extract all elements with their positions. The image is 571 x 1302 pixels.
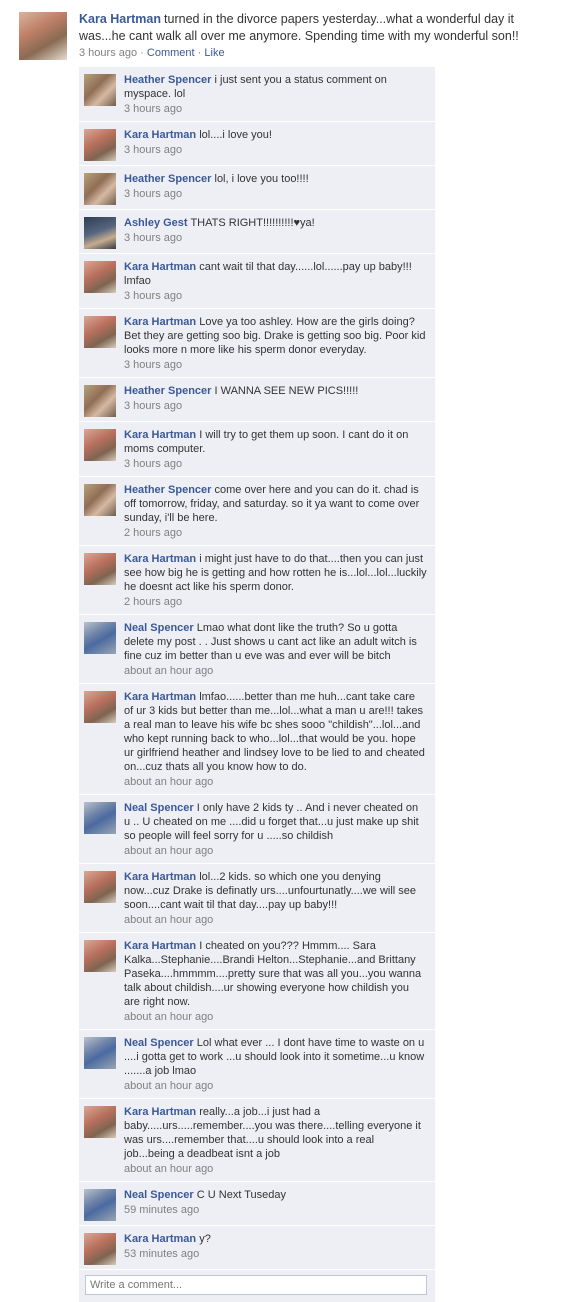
- avatar[interactable]: [84, 802, 116, 834]
- avatar[interactable]: [84, 940, 116, 972]
- comment-timestamp: 59 minutes ago: [124, 1204, 200, 1216]
- avatar[interactable]: [84, 622, 116, 654]
- comment-timestamp: about an hour ago: [124, 1163, 214, 1175]
- avatar[interactable]: [84, 261, 116, 293]
- comment-item: Neal Spencer I only have 2 kids ty .. An…: [79, 795, 435, 864]
- comment-item: Kara Hartman I will try to get them up s…: [79, 422, 435, 477]
- comment-item: Kara Hartman lol...2 kids. so which one …: [79, 864, 435, 933]
- comment-text: THATS RIGHT!!!!!!!!!!♥ya!: [190, 217, 315, 229]
- comment-text: C U Next Tuseday: [196, 1189, 287, 1201]
- avatar[interactable]: [84, 484, 116, 516]
- comment-item: Neal Spencer Lol what ever ... I dont ha…: [79, 1030, 435, 1099]
- comment-timestamp: about an hour ago: [124, 1011, 214, 1023]
- comment-author-link[interactable]: Kara Hartman: [124, 871, 196, 883]
- comment-timestamp: 3 hours ago: [124, 144, 183, 156]
- comment-timestamp: 3 hours ago: [124, 359, 183, 371]
- comment-author-link[interactable]: Ashley Gest: [124, 217, 188, 229]
- write-comment-box: Write a comment...: [79, 1270, 435, 1302]
- comment-author-link[interactable]: Kara Hartman: [124, 316, 196, 328]
- avatar[interactable]: [84, 385, 116, 417]
- comment-item: Kara Hartman lmfao......better than me h…: [79, 684, 435, 795]
- comment-author-link[interactable]: Kara Hartman: [124, 691, 196, 703]
- comment-author-link[interactable]: Heather Spencer: [124, 385, 211, 397]
- avatar[interactable]: [84, 1037, 116, 1069]
- comment-text: lol, i love you too!!!!: [214, 173, 309, 185]
- like-link[interactable]: Like: [204, 47, 224, 59]
- comment-timestamp: 2 hours ago: [124, 527, 183, 539]
- comment-item: Kara Hartman Love ya too ashley. How are…: [79, 309, 435, 378]
- comment-timestamp: 3 hours ago: [124, 232, 183, 244]
- comment-author-link[interactable]: Heather Spencer: [124, 74, 211, 86]
- avatar[interactable]: [84, 1233, 116, 1265]
- comment-author-link[interactable]: Heather Spencer: [124, 484, 211, 496]
- avatar[interactable]: [19, 12, 67, 60]
- avatar[interactable]: [84, 74, 116, 106]
- post-body: Kara Hartman turned in the divorce paper…: [79, 11, 564, 60]
- comment-text: y?: [199, 1233, 211, 1245]
- comment-author-link[interactable]: Kara Hartman: [124, 429, 196, 441]
- avatar[interactable]: [84, 429, 116, 461]
- comment-timestamp: 3 hours ago: [124, 458, 183, 470]
- comment-author-link[interactable]: Neal Spencer: [124, 1037, 194, 1049]
- comment-item: Kara Hartman lol....i love you! 3 hours a…: [79, 122, 435, 166]
- comment-timestamp: 2 hours ago: [124, 596, 183, 608]
- comment-timestamp: about an hour ago: [124, 914, 214, 926]
- comment-author-link[interactable]: Heather Spencer: [124, 173, 211, 185]
- comment-author-link[interactable]: Kara Hartman: [124, 940, 196, 952]
- comment-timestamp: 3 hours ago: [124, 103, 183, 115]
- comment-text: I WANNA SEE NEW PICS!!!!!: [214, 385, 359, 397]
- avatar[interactable]: [84, 553, 116, 585]
- meta-separator: ·: [197, 47, 202, 59]
- comment-timestamp: about an hour ago: [124, 665, 214, 677]
- comment-item: Kara Hartman cant wait til that day.....…: [79, 254, 435, 309]
- comment-author-link[interactable]: Kara Hartman: [124, 553, 196, 565]
- avatar[interactable]: [84, 129, 116, 161]
- comment-item: Heather Spencer come over here and you c…: [79, 477, 435, 546]
- avatar[interactable]: [84, 691, 116, 723]
- comment-item: Kara Hartman I cheated on you??? Hmmm...…: [79, 933, 435, 1030]
- comment-item: Neal Spencer C U Next Tuseday 59 minutes …: [79, 1182, 435, 1226]
- comment-author-link[interactable]: Kara Hartman: [124, 1106, 196, 1118]
- comment-timestamp: about an hour ago: [124, 776, 214, 788]
- avatar[interactable]: [84, 173, 116, 205]
- avatar[interactable]: [84, 871, 116, 903]
- avatar[interactable]: [84, 1106, 116, 1138]
- comment-item: Heather Spencer lol, i love you too!!!! 3…: [79, 166, 435, 210]
- comment-timestamp: 3 hours ago: [124, 400, 183, 412]
- comment-author-link[interactable]: Kara Hartman: [124, 129, 196, 141]
- comment-author-link[interactable]: Neal Spencer: [124, 1189, 194, 1201]
- post-meta: 3 hours ago · Comment · Like: [79, 46, 564, 60]
- comment-timestamp: about an hour ago: [124, 1080, 214, 1092]
- comment-author-link[interactable]: Kara Hartman: [124, 1233, 196, 1245]
- comment-timestamp: 53 minutes ago: [124, 1248, 200, 1260]
- comment-text: lol....i love you!: [199, 129, 272, 141]
- comment-timestamp: 3 hours ago: [124, 188, 183, 200]
- post-timestamp[interactable]: 3 hours ago: [79, 47, 137, 59]
- comment-item: Heather Spencer I WANNA SEE NEW PICS!!!!…: [79, 378, 435, 422]
- comment-timestamp: 3 hours ago: [124, 290, 183, 302]
- write-comment-input[interactable]: Write a comment...: [85, 1275, 427, 1295]
- comment-text: lmfao......better than me huh...cant tak…: [124, 691, 425, 773]
- comment-item: Heather Spencer i just sent you a status…: [79, 67, 435, 122]
- comment-author-link[interactable]: Neal Spencer: [124, 802, 194, 814]
- comment-list: Heather Spencer i just sent you a status…: [79, 67, 435, 1302]
- comment-author-link[interactable]: Neal Spencer: [124, 622, 194, 634]
- avatar[interactable]: [84, 217, 116, 249]
- meta-separator: ·: [140, 47, 144, 59]
- comment-timestamp: about an hour ago: [124, 845, 214, 857]
- comment-item: Kara Hartman y? 53 minutes ago: [79, 1226, 435, 1270]
- comment-item: Kara Hartman really...a job...i just had…: [79, 1099, 435, 1182]
- comment-link[interactable]: Comment: [147, 47, 195, 59]
- comment-item: Kara Hartman i might just have to do tha…: [79, 546, 435, 615]
- avatar[interactable]: [84, 316, 116, 348]
- comment-item: Neal Spencer Lmao what dont like the tru…: [79, 615, 435, 684]
- post-author-link[interactable]: Kara Hartman: [79, 12, 161, 26]
- comment-item: Ashley Gest THATS RIGHT!!!!!!!!!!♥ya! 3 h…: [79, 210, 435, 254]
- comment-author-link[interactable]: Kara Hartman: [124, 261, 196, 273]
- avatar[interactable]: [84, 1189, 116, 1221]
